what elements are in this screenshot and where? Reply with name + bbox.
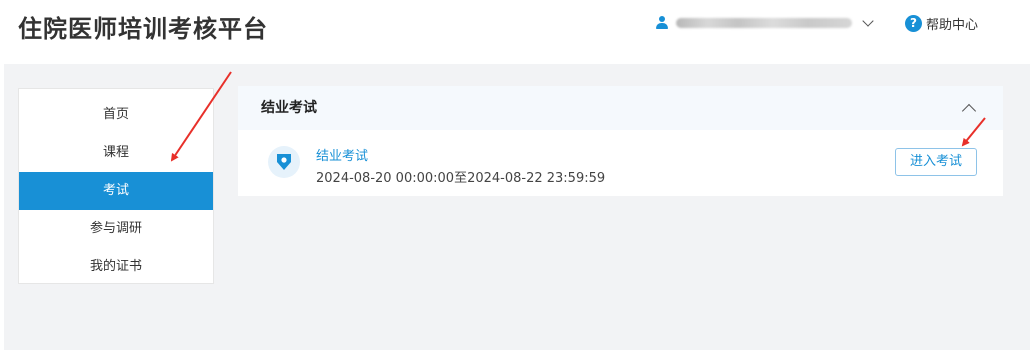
sidebar-item-certificates[interactable]: 我的证书 xyxy=(19,248,213,286)
sidebar-nav: 首页 课程 考试 参与调研 我的证书 xyxy=(18,88,214,284)
user-menu[interactable] xyxy=(656,12,874,34)
app-title: 住院医师培训考核平台 xyxy=(18,15,268,43)
exam-list-item: 结业考试 2024-08-20 00:00:00至2024-08-22 23:5… xyxy=(238,130,1003,196)
sidebar-item-courses[interactable]: 课程 xyxy=(19,134,213,172)
chevron-up-icon[interactable] xyxy=(961,103,977,119)
panel-title: 结业考试 xyxy=(261,100,317,116)
enter-exam-button[interactable]: 进入考试 xyxy=(895,148,977,176)
exam-badge-icon xyxy=(268,146,300,178)
exam-time-range: 2024-08-20 00:00:00至2024-08-22 23:59:59 xyxy=(316,171,606,186)
exam-panel: 结业考试 结业考试 2024-08-20 00:00:00至2024-08-22… xyxy=(238,86,1003,196)
top-header: 住院医师培训考核平台 ? 帮助中心 xyxy=(0,0,1030,62)
exam-panel-header[interactable]: 结业考试 xyxy=(238,86,1003,130)
help-center-label: 帮助中心 xyxy=(926,17,979,33)
help-icon: ? xyxy=(905,14,922,32)
exam-name-link[interactable]: 结业考试 xyxy=(316,145,368,164)
sidebar-item-home[interactable]: 首页 xyxy=(19,96,213,134)
user-icon xyxy=(656,16,668,30)
user-name-blurred xyxy=(676,18,852,28)
sidebar-item-exams[interactable]: 考试 xyxy=(19,172,213,210)
chevron-down-icon[interactable] xyxy=(862,15,874,27)
help-center-link[interactable]: ? 帮助中心 xyxy=(905,12,978,34)
sidebar-item-surveys[interactable]: 参与调研 xyxy=(19,210,213,248)
